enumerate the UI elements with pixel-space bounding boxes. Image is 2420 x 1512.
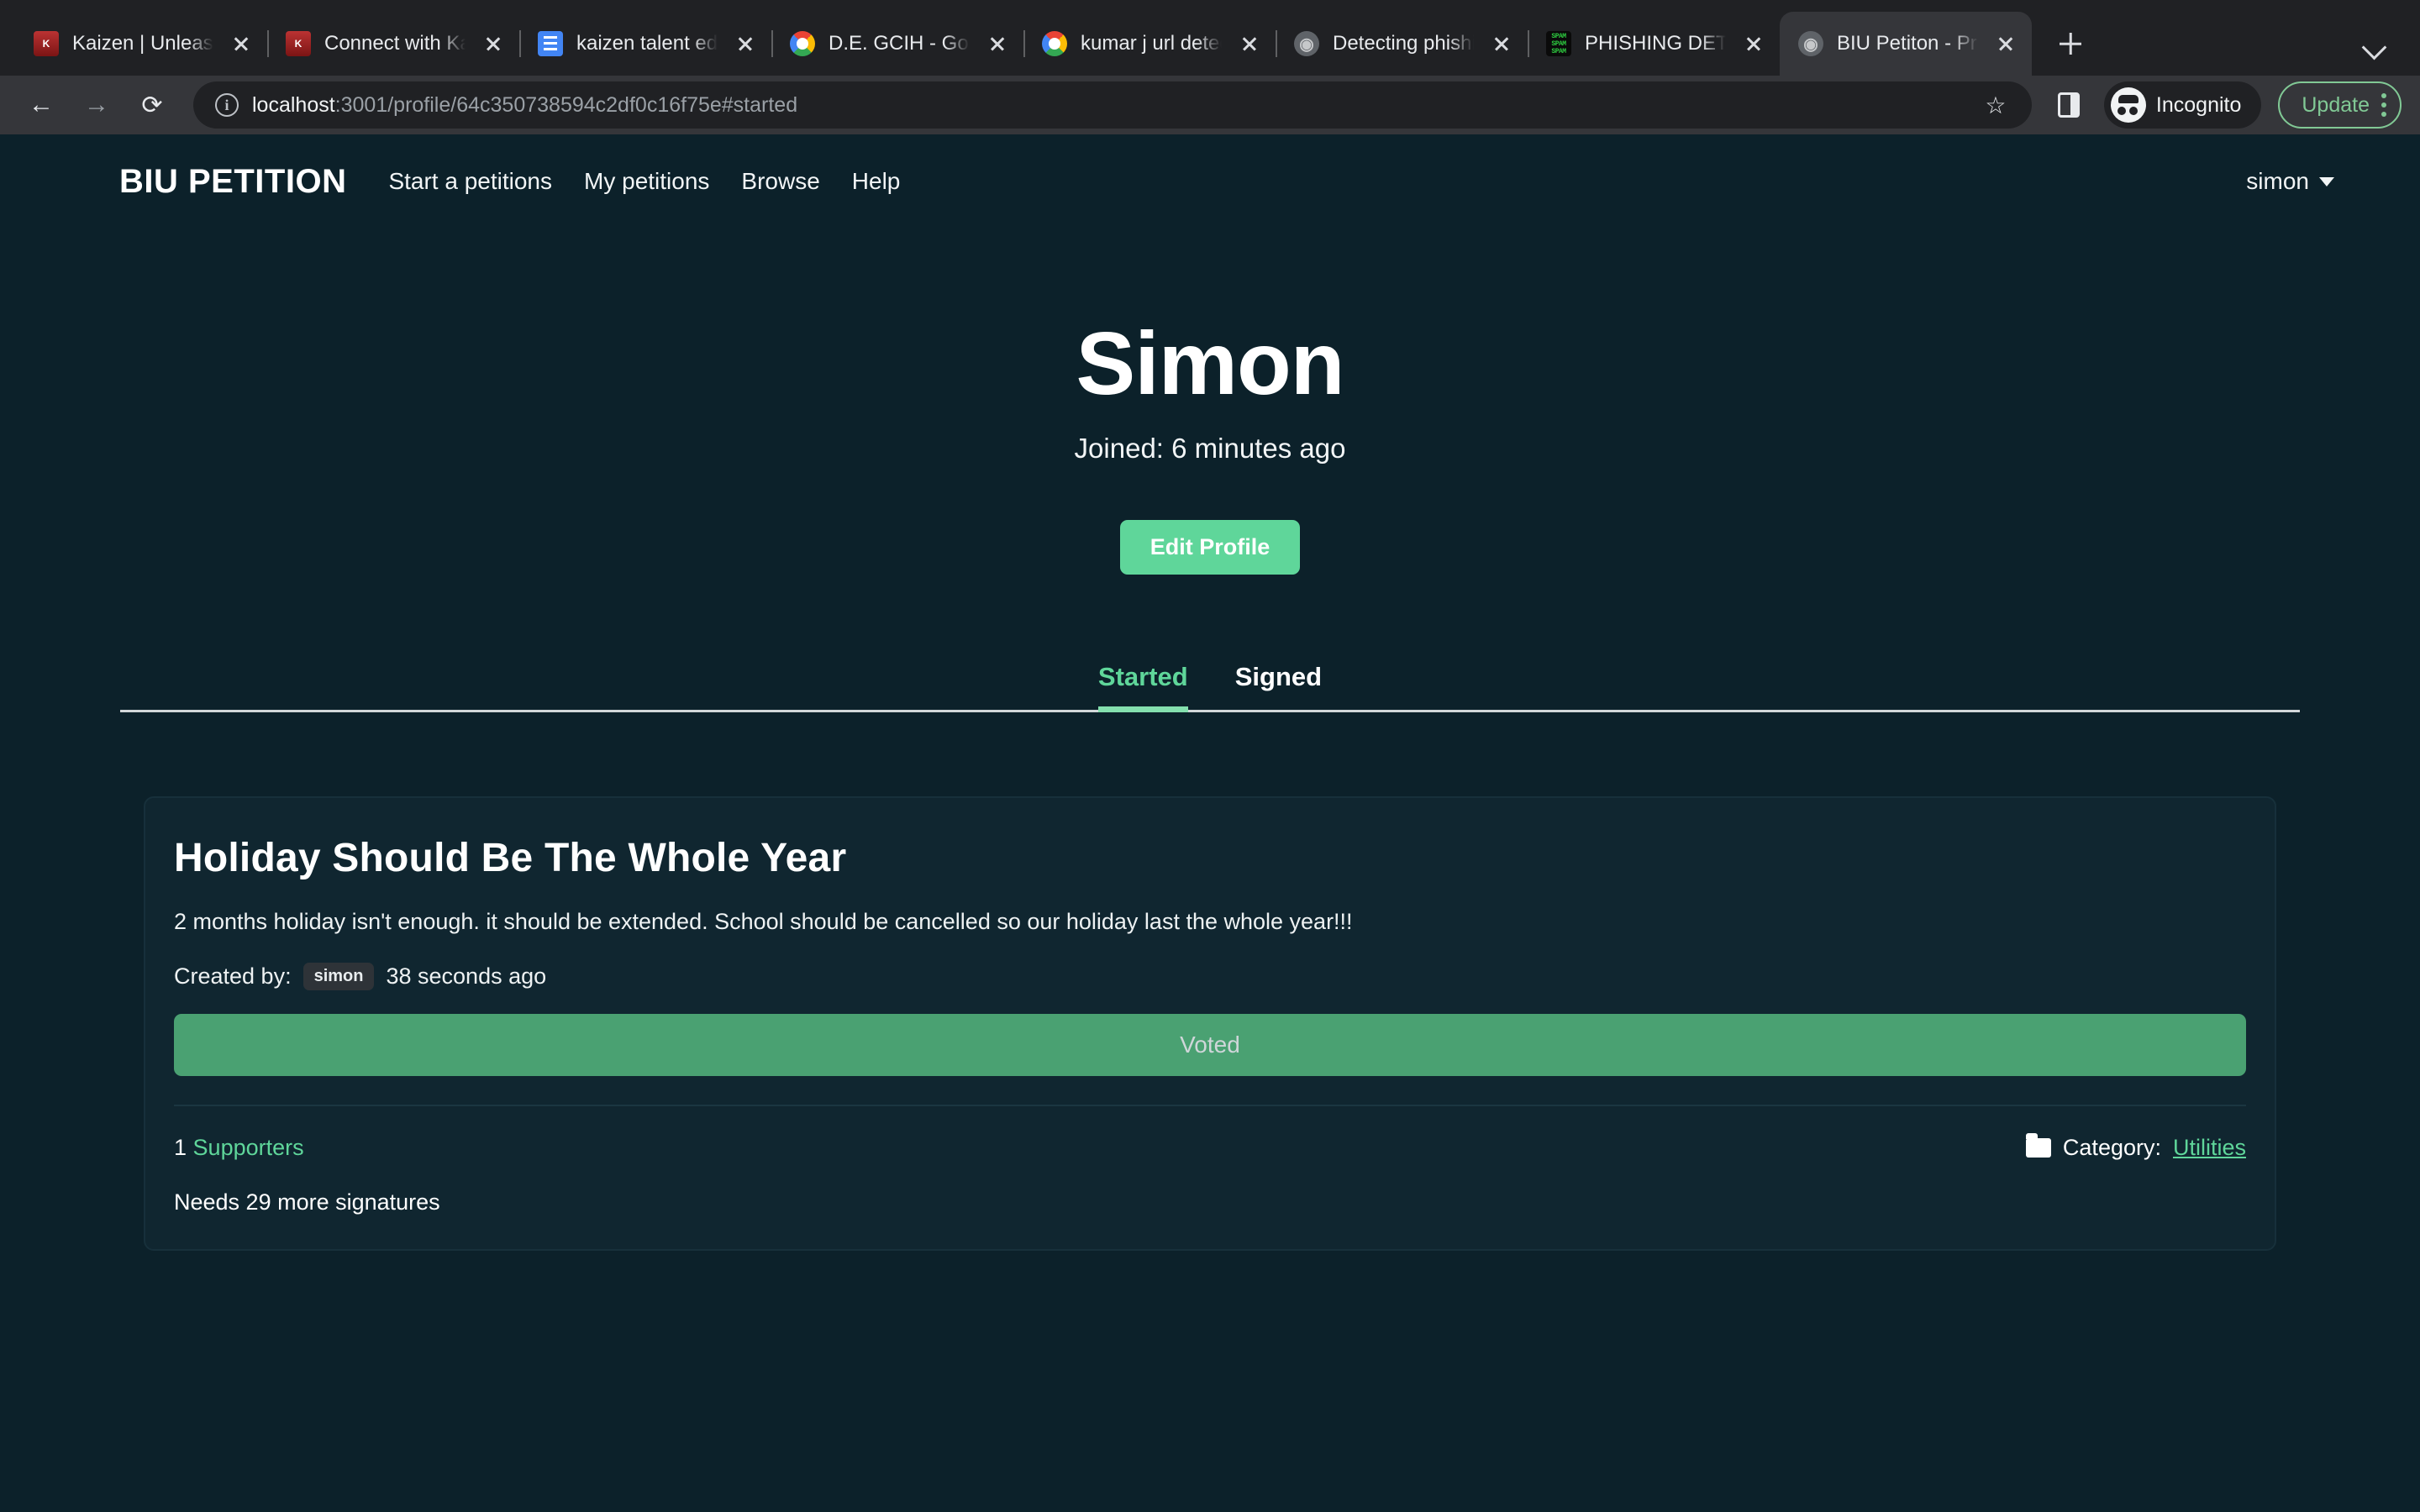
vote-button[interactable]: Voted — [174, 1013, 2246, 1076]
browser-tab-active[interactable]: ◉ BIU Petiton - Profile — [1780, 12, 2032, 76]
profile-tabs-row: Started Signed — [120, 662, 2300, 713]
user-menu[interactable]: simon — [2246, 168, 2376, 195]
tab-separator — [771, 30, 773, 57]
tab-title: D.E. GCIH - Google — [829, 32, 970, 55]
incognito-indicator[interactable]: Incognito — [2103, 81, 2262, 129]
category-label: Category: — [2062, 1134, 2161, 1160]
petition-title[interactable]: Holiday Should Be The Whole Year — [174, 835, 2246, 881]
profile-hero: Simon Joined: 6 minutes ago — [0, 225, 2420, 465]
category-group: Category: Utilities — [2025, 1132, 2246, 1161]
tab-separator — [1276, 30, 1277, 57]
edit-profile-button[interactable]: Edit Profile — [1119, 520, 1301, 575]
nav-link-start-a-petitions[interactable]: Start a petitions — [388, 168, 552, 195]
site-navbar: BIU PETITION Start a petitions My petiti… — [0, 138, 2420, 225]
browser-toolbar: ← → ⟳ i localhost:3001/profile/64c350738… — [0, 76, 2420, 134]
url-path: :3001/profile/64c350738594c2df0c16f75e#s… — [334, 92, 798, 117]
google-icon — [1042, 31, 1067, 56]
created-by-label: Created by: — [174, 963, 292, 989]
new-tab-button[interactable] — [2047, 20, 2094, 67]
petition-description: 2 months holiday isn't enough. it should… — [174, 909, 1353, 935]
browser-tab[interactable]: ◉ Detecting phishing — [1276, 12, 1528, 76]
edit-profile-wrap: Edit Profile — [0, 520, 2420, 575]
kaizen-icon: K — [286, 31, 311, 56]
close-icon[interactable] — [1991, 29, 2020, 58]
tab-title: Detecting phishing — [1333, 32, 1474, 55]
browser-chrome: K Kaizen | Unleashing K Connect with Kai… — [0, 0, 2420, 138]
back-button[interactable]: ← — [15, 79, 67, 131]
supporters-label: Supporters — [192, 1134, 304, 1160]
close-icon[interactable] — [227, 29, 255, 58]
browser-tab[interactable]: K Connect with Kaizen — [267, 12, 519, 76]
folder-icon — [2025, 1132, 2051, 1158]
side-panel-glyph — [2057, 92, 2080, 118]
card-divider — [174, 1104, 2246, 1106]
nav-link-help[interactable]: Help — [852, 168, 901, 195]
tab-separator — [519, 30, 521, 57]
author-badge[interactable]: simon — [302, 962, 375, 990]
tab-separator — [1023, 30, 1025, 57]
tab-separator — [1528, 30, 1529, 57]
tab-signed[interactable]: Signed — [1235, 662, 1322, 709]
tab-separator — [267, 30, 269, 57]
browser-tab[interactable]: kumar j url detect — [1023, 12, 1276, 76]
incognito-label: Incognito — [2155, 92, 2242, 117]
star-icon[interactable]: ☆ — [1978, 87, 2013, 123]
tab-title: Kaizen | Unleashing — [72, 32, 213, 55]
nav-links: Start a petitions My petitions Browse He… — [388, 168, 900, 195]
petition-meta-row: 1 Supporters Category: Utilities — [174, 1132, 2246, 1161]
supporters-count[interactable]: 1 Supporters — [174, 1135, 304, 1161]
reload-button[interactable]: ⟳ — [126, 79, 178, 131]
tab-title: BIU Petiton - Profile — [1837, 32, 1978, 55]
close-icon[interactable] — [1739, 29, 1768, 58]
kebab-menu-icon[interactable] — [2381, 92, 2388, 118]
site-brand[interactable]: BIU PETITION — [119, 163, 346, 201]
update-label: Update — [2302, 92, 2370, 117]
petition-created-row: Created by: simon 38 seconds ago — [174, 962, 2246, 990]
tab-title: PHISHING DETECT — [1585, 32, 1726, 55]
joined-text: Joined: 6 minutes ago — [1074, 433, 1346, 465]
page-title: Simon — [1076, 314, 1345, 413]
tab-strip: K Kaizen | Unleashing K Connect with Kai… — [0, 0, 2420, 76]
nav-link-my-petitions[interactable]: My petitions — [584, 168, 709, 195]
close-icon[interactable] — [479, 29, 508, 58]
info-circle-icon[interactable]: i — [215, 93, 239, 117]
incognito-icon — [2110, 87, 2146, 123]
user-menu-label: simon — [2246, 168, 2309, 194]
tab-title: kumar j url detect — [1081, 32, 1222, 55]
page-content: BIU PETITION Start a petitions My petiti… — [0, 138, 2420, 1512]
tab-title: kaizen talent edits — [576, 32, 718, 55]
profile-tabs: Started Signed — [120, 662, 2300, 713]
address-bar[interactable]: i localhost:3001/profile/64c350738594c2d… — [193, 81, 2032, 129]
browser-tab[interactable]: K Kaizen | Unleashing — [15, 12, 267, 76]
google-icon — [790, 31, 815, 56]
caret-down-icon — [2319, 176, 2334, 186]
tab-title: Connect with Kaizen — [324, 32, 466, 55]
needs-signatures-text: Needs 29 more signatures — [174, 1189, 440, 1215]
url-host: localhost — [252, 92, 335, 117]
google-docs-icon — [538, 31, 563, 56]
close-icon[interactable] — [983, 29, 1012, 58]
side-panel-icon[interactable] — [2050, 87, 2087, 123]
close-icon[interactable] — [731, 29, 760, 58]
chevron-down-icon[interactable] — [2351, 20, 2398, 67]
nav-link-browse[interactable]: Browse — [741, 168, 819, 195]
petition-card: Holiday Should Be The Whole Year 2 month… — [144, 796, 2276, 1251]
browser-tab[interactable]: SPAMSPAMSPAM PHISHING DETECT — [1528, 12, 1780, 76]
update-button[interactable]: Update — [2278, 81, 2402, 129]
tab-started[interactable]: Started — [1097, 662, 1188, 713]
close-icon[interactable] — [1235, 29, 1264, 58]
browser-tab[interactable]: D.E. GCIH - Google — [771, 12, 1023, 76]
url-text: localhost:3001/profile/64c350738594c2df0… — [252, 93, 1965, 118]
globe-icon: ◉ — [1798, 31, 1823, 56]
browser-tab[interactable]: kaizen talent edits — [519, 12, 771, 76]
close-icon[interactable] — [1487, 29, 1516, 58]
created-time: 38 seconds ago — [386, 963, 547, 989]
spam-icon: SPAM SPAM SPAM — [1546, 31, 1571, 56]
supporters-number: 1 — [174, 1134, 187, 1160]
kaizen-icon: K — [34, 31, 59, 56]
category-link[interactable]: Utilities — [2173, 1135, 2246, 1161]
globe-icon: ◉ — [1294, 31, 1319, 56]
forward-button[interactable]: → — [71, 79, 123, 131]
tabs-divider — [120, 710, 2300, 713]
